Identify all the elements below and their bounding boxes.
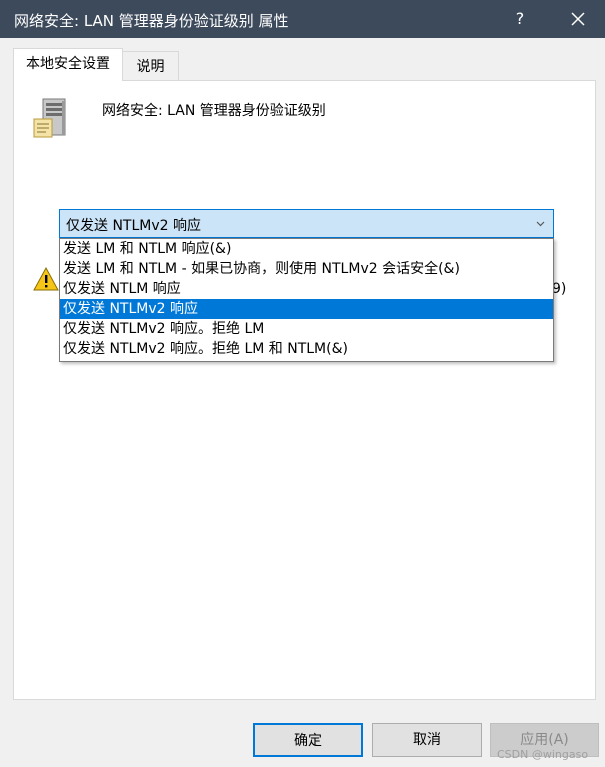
warning-text-fragment: 9) [552, 281, 567, 297]
watermark: CSDN @wingaso [497, 748, 589, 761]
warning-icon [33, 266, 59, 291]
tab-panel [13, 80, 596, 700]
help-button[interactable]: ? [505, 0, 535, 38]
chevron-down-icon [536, 221, 545, 227]
dropdown-option[interactable]: 发送 LM 和 NTLM - 如果已协商，则使用 NTLMv2 会话安全(&) [60, 259, 553, 279]
policy-name: 网络安全: LAN 管理器身份验证级别 [102, 103, 326, 119]
title-bar: 网络安全: LAN 管理器身份验证级别 属性 ? [0, 0, 605, 38]
tab-explain[interactable]: 说明 [122, 51, 179, 81]
auth-level-dropdown-list: 发送 LM 和 NTLM 响应(&) 发送 LM 和 NTLM - 如果已协商，… [59, 238, 554, 362]
close-button[interactable] [556, 0, 600, 38]
dropdown-option[interactable]: 仅发送 NTLM 响应 [60, 279, 553, 299]
server-icon [33, 98, 66, 138]
window-title: 网络安全: LAN 管理器身份验证级别 属性 [14, 12, 289, 30]
combobox-value: 仅发送 NTLMv2 响应 [66, 218, 201, 234]
close-icon [571, 12, 585, 26]
ok-button[interactable]: 确定 [253, 723, 363, 757]
dropdown-option-selected[interactable]: 仅发送 NTLMv2 响应 [60, 299, 553, 319]
dropdown-option[interactable]: 发送 LM 和 NTLM 响应(&) [60, 239, 553, 259]
dropdown-option[interactable]: 仅发送 NTLMv2 响应。拒绝 LM 和 NTLM(&) [60, 339, 553, 359]
cancel-button[interactable]: 取消 [372, 723, 482, 757]
tab-local-security-setting[interactable]: 本地安全设置 [13, 48, 123, 81]
auth-level-combobox[interactable]: 仅发送 NTLMv2 响应 [59, 209, 554, 238]
dropdown-option[interactable]: 仅发送 NTLMv2 响应。拒绝 LM [60, 319, 553, 339]
